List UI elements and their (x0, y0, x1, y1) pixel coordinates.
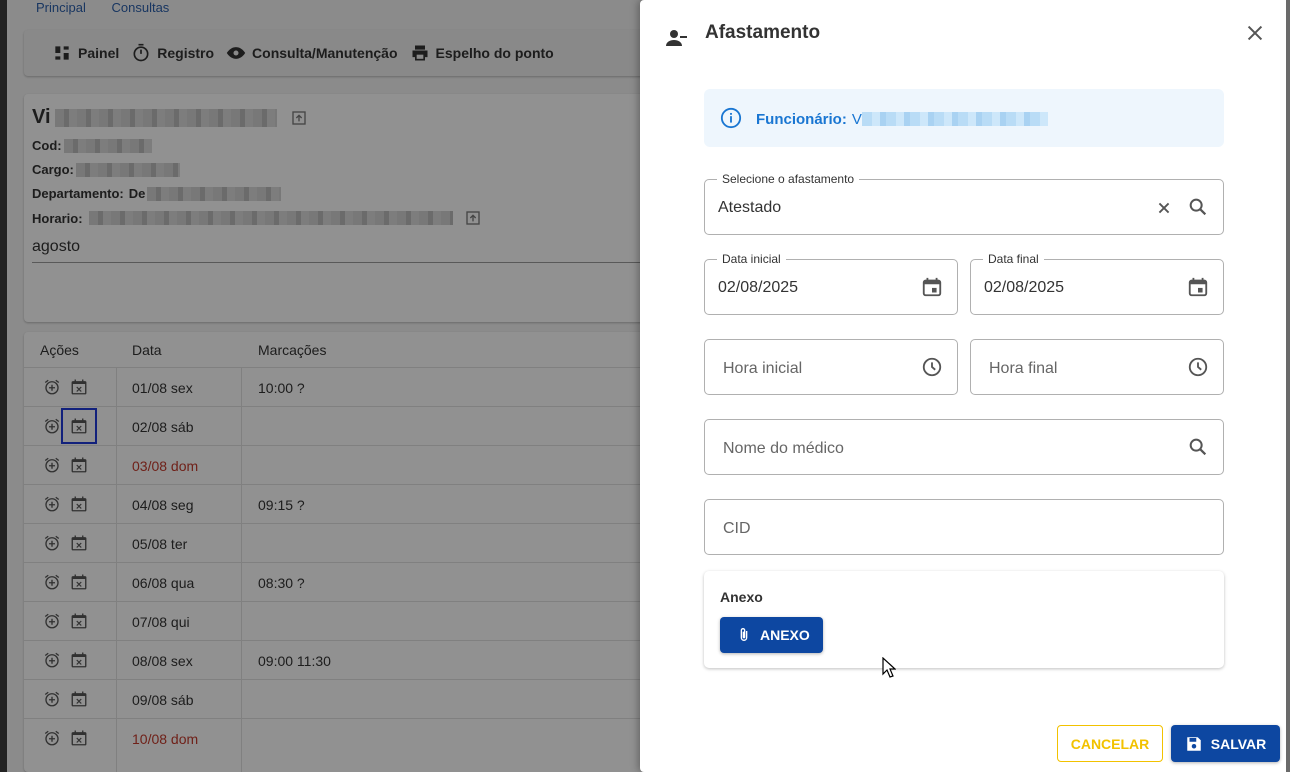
save-icon (1187, 736, 1201, 751)
clear-icon[interactable] (1153, 197, 1175, 219)
clock-icon[interactable] (921, 356, 943, 378)
close-icon[interactable] (1244, 22, 1266, 44)
data-inicial-label: Data inicial (717, 252, 786, 266)
calendar-icon[interactable] (921, 276, 943, 298)
anexo-button[interactable]: ANEXO (720, 617, 823, 653)
info-value: V (852, 111, 1048, 128)
hora-inicial-placeholder: Hora inicial (723, 360, 803, 377)
paperclip-icon (740, 628, 748, 641)
save-button-label: SALVAR (1210, 735, 1267, 752)
redacted-employee-name (861, 112, 1048, 126)
search-icon[interactable] (1187, 196, 1209, 218)
hora-final-field[interactable]: Hora final (970, 339, 1224, 395)
mouse-cursor-icon (882, 657, 896, 678)
hora-final-placeholder: Hora final (989, 360, 1058, 377)
cancel-button[interactable]: CANCELAR (1057, 725, 1163, 762)
data-final-label: Data final (983, 252, 1044, 266)
clock-icon[interactable] (1187, 356, 1209, 378)
save-button[interactable]: SALVAR (1171, 725, 1280, 762)
dialog-title: Afastamento (705, 22, 821, 43)
anexo-title: Anexo (720, 589, 763, 605)
data-final-field[interactable]: Data final 02/08/2025 (970, 252, 1224, 315)
data-inicial-field[interactable]: Data inicial 02/08/2025 (704, 252, 958, 315)
data-inicial-value: 02/08/2025 (718, 279, 799, 296)
calendar-icon[interactable] (1187, 276, 1209, 298)
nome-medico-placeholder: Nome do médico (723, 440, 844, 457)
search-icon[interactable] (1187, 436, 1209, 458)
cid-placeholder: CID (723, 520, 751, 537)
nome-medico-field[interactable]: Nome do médico (704, 419, 1224, 475)
info-icon (720, 107, 742, 129)
afastamento-value: Atestado (718, 199, 782, 216)
cid-field[interactable]: CID (704, 499, 1224, 555)
person-remove-icon (666, 30, 687, 46)
afastamento-label: Selecione o afastamento (717, 172, 860, 186)
hora-inicial-field[interactable]: Hora inicial (704, 339, 958, 395)
anexo-card: Anexo ANEXO (704, 571, 1224, 668)
anexo-button-label: ANEXO (760, 627, 810, 643)
employee-info-banner: Funcionário: V (704, 89, 1224, 147)
afastamento-dialog: Afastamento Funcionário: V Selecione o a… (640, 0, 1290, 772)
window-edge (1286, 0, 1290, 772)
data-final-value: 02/08/2025 (984, 279, 1065, 296)
info-label: Funcionário: (756, 110, 847, 128)
afastamento-select[interactable]: Selecione o afastamento Atestado (704, 172, 1224, 235)
info-value-prefix: V (851, 110, 862, 128)
